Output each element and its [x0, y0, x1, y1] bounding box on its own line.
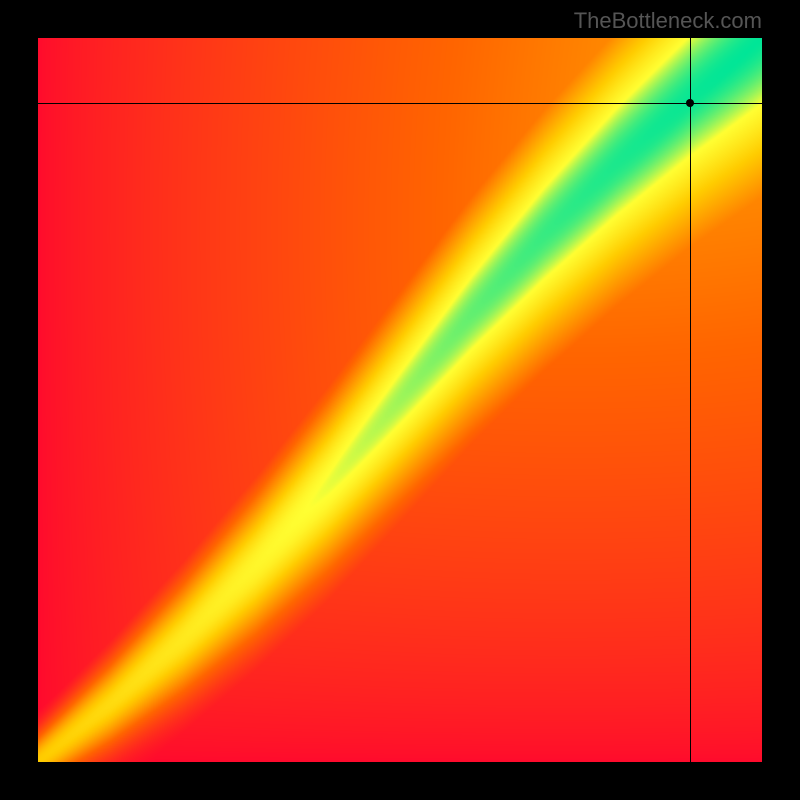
crosshair-vertical	[690, 38, 691, 762]
heatmap-plot	[38, 38, 762, 762]
heatmap-canvas	[38, 38, 762, 762]
watermark-text: TheBottleneck.com	[574, 8, 762, 34]
crosshair-horizontal	[38, 103, 762, 104]
data-marker	[686, 99, 694, 107]
